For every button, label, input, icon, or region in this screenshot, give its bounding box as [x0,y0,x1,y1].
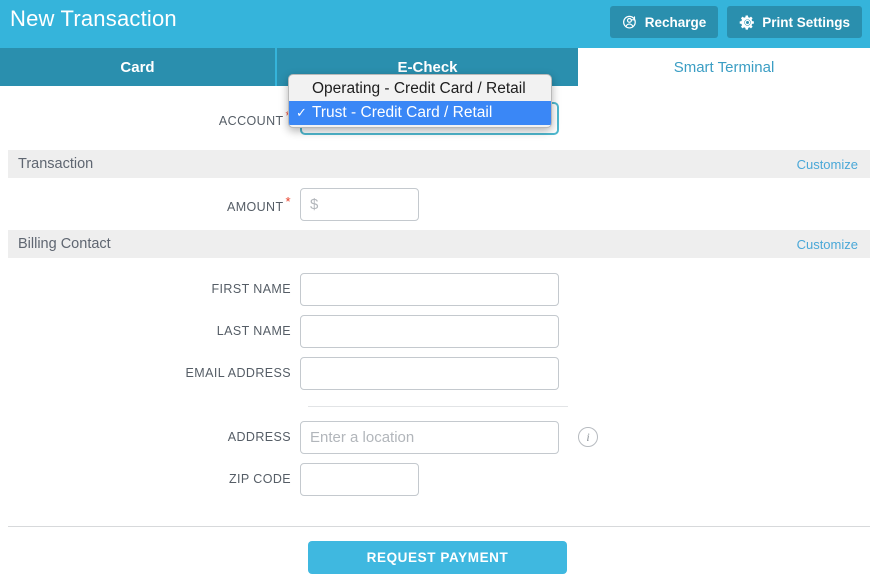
transaction-customize-link[interactable]: Customize [797,157,858,172]
user-recharge-icon [622,14,639,31]
zip-code-input[interactable] [300,462,419,496]
tab-smart-terminal-label: Smart Terminal [673,58,775,76]
address-label: ADDRESS [227,430,291,444]
last-name-label: LAST NAME [216,324,291,338]
submit-row: REQUEST PAYMENT [0,527,870,574]
recharge-button-label: Recharge [644,14,707,30]
print-settings-button[interactable]: Print Settings [727,6,862,38]
email-address-row: EMAIL ADDRESS [0,352,870,394]
section-header-billing-contact: Billing Contact Customize [8,230,870,258]
billing-field-divider [308,406,568,407]
last-name-row: LAST NAME [0,310,870,352]
header-actions: Recharge Print Settings [609,6,862,38]
app-header: New Transaction Recharge Print Settings [0,0,870,45]
account-option-operating[interactable]: Operating - Credit Card / Retail [289,77,551,101]
amount-label: AMOUNT * [0,194,300,214]
account-label-text: ACCOUNT [218,114,284,129]
account-label: ACCOUNT* [0,108,300,128]
gear-icon [739,14,756,31]
transaction-form: ACCOUNT* Operating - Credit Card / Retai… [0,73,870,582]
email-address-label: EMAIL ADDRESS [185,366,291,380]
address-row: ADDRESS i [0,416,870,458]
check-icon: ✓ [296,104,307,120]
new-transaction-page: New Transaction Recharge Print Settings … [0,0,870,582]
amount-label-text: AMOUNT [226,200,284,215]
billing-customize-link[interactable]: Customize [797,237,858,252]
info-icon[interactable]: i [578,427,598,447]
recharge-button[interactable]: Recharge [609,6,719,38]
request-payment-button[interactable]: REQUEST PAYMENT [308,541,567,574]
amount-input[interactable] [300,187,419,221]
tab-smart-terminal[interactable]: Smart Terminal [578,48,870,86]
account-dropdown-menu: Operating - Credit Card / Retail ✓ Trust… [288,73,552,128]
first-name-input[interactable] [300,272,559,306]
account-select-shell: Operating - Credit Card / Retail ✓ Trust… [288,73,559,135]
zip-code-row: ZIP CODE [0,458,870,500]
transaction-section-title: Transaction [18,156,94,172]
print-settings-button-label: Print Settings [762,14,850,30]
address-input[interactable] [300,420,559,454]
account-option-trust-label: Trust - Credit Card / Retail [312,103,493,121]
zip-code-label: ZIP CODE [228,472,291,486]
tab-card-label: Card [120,58,155,76]
tab-echeck-label: E-Check [397,58,458,76]
account-option-trust[interactable]: ✓ Trust - Credit Card / Retail [289,100,551,125]
account-option-operating-label: Operating - Credit Card / Retail [312,79,526,97]
amount-required-asterisk: * [285,193,291,209]
amount-row: AMOUNT * [0,178,870,230]
first-name-row: FIRST NAME [0,268,870,310]
section-header-transaction: Transaction Customize [8,150,870,178]
last-name-input[interactable] [300,314,559,348]
tab-card[interactable]: Card [0,48,275,86]
page-title: New Transaction [10,6,177,31]
account-row: ACCOUNT* Operating - Credit Card / Retai… [0,73,870,150]
billing-section-title: Billing Contact [18,236,111,252]
first-name-label: FIRST NAME [211,282,291,296]
email-address-input[interactable] [300,356,559,390]
